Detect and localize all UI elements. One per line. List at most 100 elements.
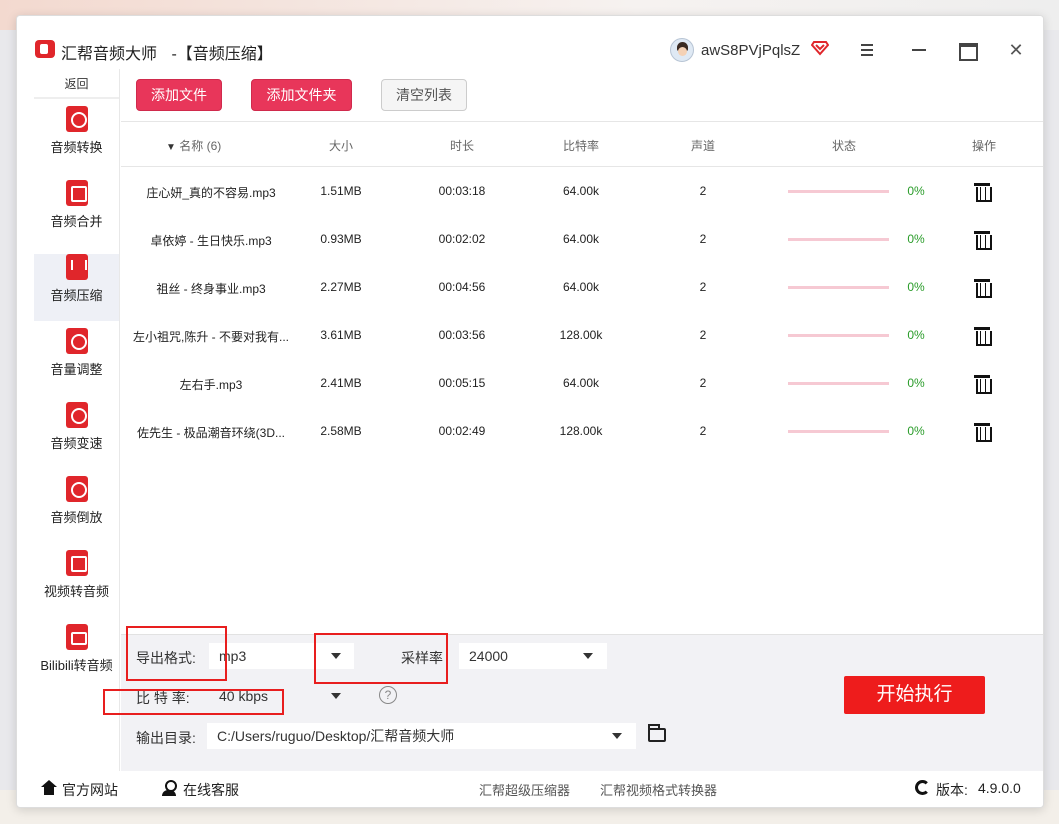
trash-icon[interactable]: [974, 325, 992, 346]
table-row[interactable]: 卓依婷 - 生日快乐.mp3 0.93MB 00:02:02 64.00k 2 …: [121, 215, 1043, 263]
sample-rate-select[interactable]: 24000: [459, 643, 607, 669]
table-row[interactable]: 庄心妍_真的不容易.mp3 1.51MB 00:03:18 64.00k 2 0…: [121, 167, 1043, 215]
file-bitrate: 64.00k: [562, 280, 600, 294]
file-name: 卓依婷 - 生日快乐.mp3: [150, 234, 272, 248]
progress-bar: [788, 190, 889, 193]
file-size: 2.41MB: [320, 376, 362, 390]
column-header-duration: 时长: [449, 139, 474, 153]
refresh-icon[interactable]: [915, 780, 930, 795]
avatar[interactable]: [670, 38, 694, 62]
table-row[interactable]: 佐先生 - 极品潮音环绕(3D... 2.58MB 00:02:49 128.0…: [121, 407, 1043, 455]
app-name: 汇帮音频大师: [61, 46, 158, 63]
audio-compress-icon: [65, 254, 88, 280]
home-icon: [41, 780, 57, 795]
sidebar-item-label: 音频倒放: [50, 510, 103, 525]
progress-bar: [788, 238, 889, 241]
title-bar: 汇帮音频大师 -【音频压缩】 awS8PVjPqlsZ ✕: [17, 16, 1043, 69]
file-channels: 2: [699, 376, 707, 390]
service-link[interactable]: 在线客服: [183, 780, 239, 800]
file-name: 祖丝 - 终身事业.mp3: [156, 282, 266, 296]
progress-bar: [788, 286, 889, 289]
settings-panel: 导出格式: mp3 采样率 24000 比 特 率: 40 kbps ? 输出目…: [103, 626, 1043, 771]
help-icon[interactable]: ?: [379, 686, 397, 704]
trash-icon[interactable]: [974, 373, 992, 394]
progress-bar: [788, 334, 889, 337]
output-dir-label: 输出目录:: [136, 730, 196, 746]
file-bitrate: 64.00k: [562, 184, 600, 198]
app-logo-icon: [35, 40, 55, 58]
column-header-size: 大小: [328, 139, 353, 153]
progress-percent: 0%: [907, 232, 925, 246]
app-window: 汇帮音频大师 -【音频压缩】 awS8PVjPqlsZ ✕ 返回 音频转换 音频…: [16, 15, 1044, 808]
sidebar-item-volume[interactable]: 音量调整: [34, 328, 119, 395]
file-name: 庄心妍_真的不容易.mp3: [146, 186, 276, 200]
trash-icon[interactable]: [974, 421, 992, 442]
file-duration: 00:02:49: [438, 424, 486, 438]
toolbar: 添加文件 添加文件夹 清空列表: [121, 69, 1043, 121]
maximize-button[interactable]: [955, 38, 979, 62]
file-channels: 2: [699, 184, 707, 198]
chevron-down-icon: [612, 733, 622, 739]
close-button[interactable]: ✕: [1004, 38, 1028, 62]
progress-percent: 0%: [907, 328, 925, 342]
column-header-name[interactable]: ▼ 名称 (6): [166, 137, 256, 154]
bilibili-tv-icon: [65, 624, 88, 650]
sidebar-item-label: 视频转音频: [43, 584, 109, 599]
folder-icon[interactable]: [648, 724, 666, 742]
highlight-box: [314, 633, 448, 684]
trash-icon[interactable]: [974, 181, 992, 202]
back-link[interactable]: 返回: [34, 69, 119, 99]
table-row[interactable]: 左小祖咒,陈升 - 不要对我有... 3.61MB 00:03:56 128.0…: [121, 311, 1043, 359]
video-converter-link[interactable]: 汇帮视频格式转换器: [600, 780, 717, 799]
sidebar-item-video-to-audio[interactable]: 视频转音频: [34, 550, 119, 617]
file-size: 0.93MB: [320, 232, 362, 246]
website-link[interactable]: 官方网站: [62, 780, 118, 800]
add-file-button[interactable]: 添加文件: [136, 79, 222, 111]
sidebar-item-label: 音频转换: [50, 140, 103, 155]
file-size: 3.61MB: [320, 328, 362, 342]
file-bitrate: 128.00k: [559, 424, 603, 438]
sidebar-item-bilibili[interactable]: Bilibili转音频: [34, 624, 119, 691]
version-label: 版本:: [936, 782, 968, 798]
audio-merge-icon: [65, 180, 88, 206]
sidebar-item-audio-speed[interactable]: 音频变速: [34, 402, 119, 469]
sidebar: 返回 音频转换 音频合并 音频压缩 音量调整 音频变速 音频倒放 视频转音频 B…: [34, 69, 120, 771]
clear-list-button[interactable]: 清空列表: [381, 79, 467, 111]
sidebar-item-label: Bilibili转音频: [40, 658, 113, 673]
file-bitrate: 64.00k: [562, 232, 600, 246]
file-name: 佐先生 - 极品潮音环绕(3D...: [136, 426, 285, 440]
menu-button[interactable]: [855, 38, 879, 62]
sidebar-item-audio-reverse[interactable]: 音频倒放: [34, 476, 119, 543]
file-bitrate: 64.00k: [562, 376, 600, 390]
compressor-link[interactable]: 汇帮超级压缩器: [479, 780, 570, 799]
file-size: 1.51MB: [320, 184, 362, 198]
progress-percent: 0%: [907, 184, 925, 198]
trash-icon[interactable]: [974, 229, 992, 250]
sidebar-item-audio-convert[interactable]: 音频转换: [34, 106, 119, 173]
sidebar-item-audio-merge[interactable]: 音频合并: [34, 180, 119, 247]
file-name: 左右手.mp3: [179, 378, 243, 392]
file-bitrate: 128.00k: [559, 328, 603, 342]
column-header-status: 状态: [831, 139, 856, 153]
minimize-button[interactable]: [907, 38, 931, 62]
table-row[interactable]: 祖丝 - 终身事业.mp3 2.27MB 00:04:56 64.00k 2 0…: [121, 263, 1043, 311]
add-folder-button[interactable]: 添加文件夹: [251, 79, 352, 111]
file-channels: 2: [699, 424, 707, 438]
volume-icon: [65, 328, 88, 354]
username[interactable]: awS8PVjPqlsZ: [701, 42, 800, 59]
start-button[interactable]: 开始执行: [844, 676, 985, 714]
sidebar-item-label: 音量调整: [50, 362, 103, 377]
chevron-down-icon: [583, 653, 593, 659]
version-number: 4.9.0.0: [978, 780, 1021, 796]
column-header-channels: 声道: [690, 139, 715, 153]
sidebar-item-audio-compress[interactable]: 音频压缩: [34, 254, 119, 321]
file-channels: 2: [699, 280, 707, 294]
trash-icon[interactable]: [974, 277, 992, 298]
file-duration: 00:04:56: [438, 280, 486, 294]
vip-diamond-icon[interactable]: [811, 38, 829, 56]
highlight-box: [126, 626, 227, 681]
column-header-name-label: 名称 (6): [179, 139, 222, 153]
output-dir-select[interactable]: C:/Users/ruguo/Desktop/汇帮音频大师: [207, 723, 636, 749]
file-duration: 00:03:18: [438, 184, 486, 198]
table-row[interactable]: 左右手.mp3 2.41MB 00:05:15 64.00k 2 0%: [121, 359, 1043, 407]
